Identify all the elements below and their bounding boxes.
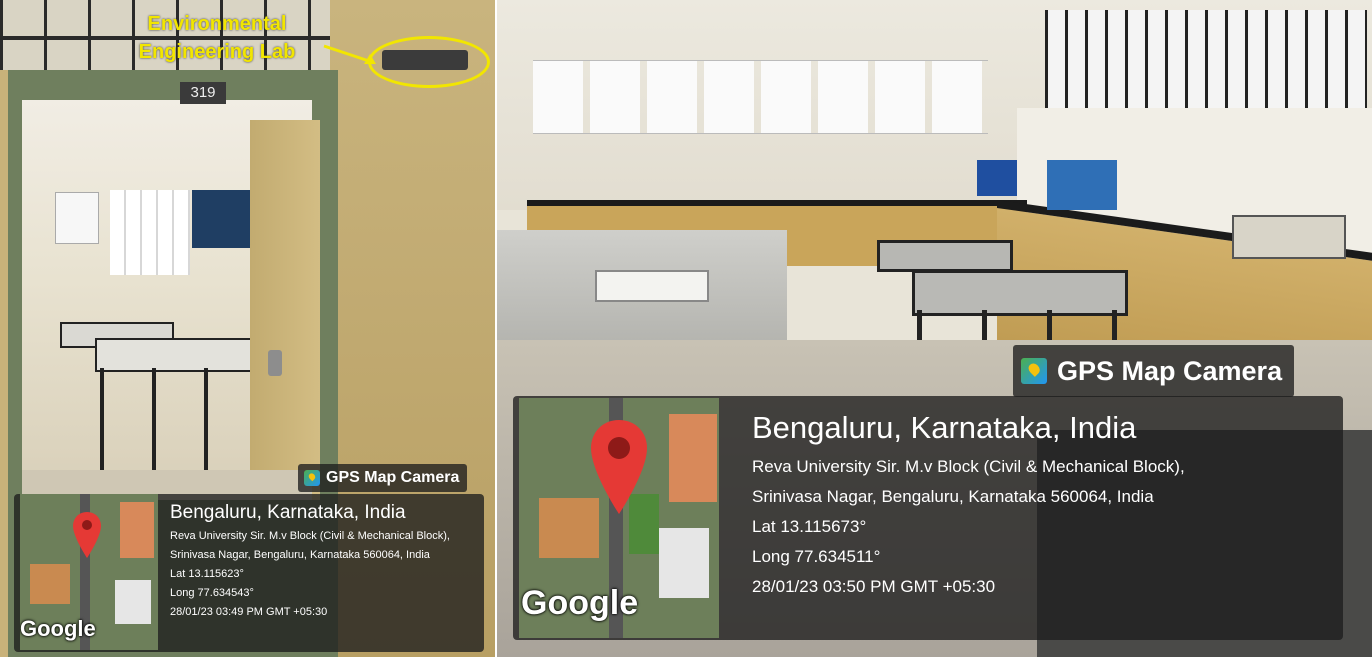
- map-thumbnail: Google: [519, 398, 719, 638]
- location-text-block: Bengaluru, Karnataka, India Reva Univers…: [170, 502, 482, 622]
- map-field: [120, 502, 154, 558]
- map-field: [30, 564, 70, 604]
- map-building: [115, 580, 151, 624]
- timestamp-text: 28/01/23 03:50 PM GMT +05:30: [752, 577, 996, 596]
- lab-sign-board: [382, 50, 468, 70]
- gps-map-camera-icon: [304, 470, 320, 486]
- google-logo: Google: [521, 584, 639, 622]
- address-text: Reva University Sir. M.v Block (Civil & …: [170, 530, 450, 561]
- lab-equipment: [1047, 160, 1117, 210]
- wall-charts: [533, 60, 988, 134]
- window: [110, 190, 190, 275]
- google-logo: Google: [20, 616, 96, 641]
- longitude-text: Long 77.634543°: [170, 587, 254, 599]
- location-pin-icon: [591, 420, 647, 514]
- location-text-block: Bengaluru, Karnataka, India Reva Univers…: [752, 410, 1342, 602]
- left-lab-photo: 319 Environmental Engineering Lab GPS Ma…: [0, 0, 495, 657]
- sink: [595, 270, 709, 302]
- badge-label: GPS Map Camera: [1057, 355, 1283, 386]
- address-line-2: Srinivasa Nagar, Bengaluru, Karnataka 56…: [752, 487, 1154, 506]
- gps-map-camera-badge: GPS Map Camera: [298, 464, 468, 492]
- badge-label: GPS Map Camera: [326, 469, 460, 486]
- map-field: [669, 414, 717, 502]
- door-leaf: [250, 120, 320, 500]
- gps-map-camera-badge: GPS Map Camera: [1013, 345, 1295, 397]
- door-handle: [268, 350, 282, 376]
- map-building: [659, 528, 709, 598]
- lab-table: [95, 338, 269, 372]
- lab-sign-label: Environmental Engineering Lab: [138, 13, 296, 63]
- table-legs: [100, 368, 260, 478]
- location-title: Bengaluru, Karnataka, India: [170, 502, 406, 523]
- clerestory-window: [1045, 10, 1367, 108]
- gps-map-camera-icon: [1021, 358, 1047, 384]
- longitude-text: Long 77.634511°: [752, 547, 881, 566]
- latitude-text: Lat 13.115623°: [170, 568, 244, 580]
- lab-equipment: [977, 160, 1017, 196]
- lab-table: [877, 240, 1013, 272]
- room-number: 319: [190, 84, 216, 101]
- lab-equipment: [1232, 215, 1346, 259]
- right-lab-photo: GPS Map Camera Google Bengaluru, Karnata…: [497, 0, 1372, 657]
- timestamp-text: 28/01/23 03:49 PM GMT +05:30: [170, 606, 328, 618]
- map-thumbnail: Google: [20, 494, 158, 650]
- wall-chart: [55, 192, 99, 244]
- room-number-plate: 319: [180, 82, 226, 104]
- latitude-text: Lat 13.115673°: [752, 517, 867, 536]
- location-pin-icon: [73, 512, 101, 558]
- location-title: Bengaluru, Karnataka, India: [752, 410, 1137, 445]
- address-line-1: Reva University Sir. M.v Block (Civil & …: [752, 457, 1185, 476]
